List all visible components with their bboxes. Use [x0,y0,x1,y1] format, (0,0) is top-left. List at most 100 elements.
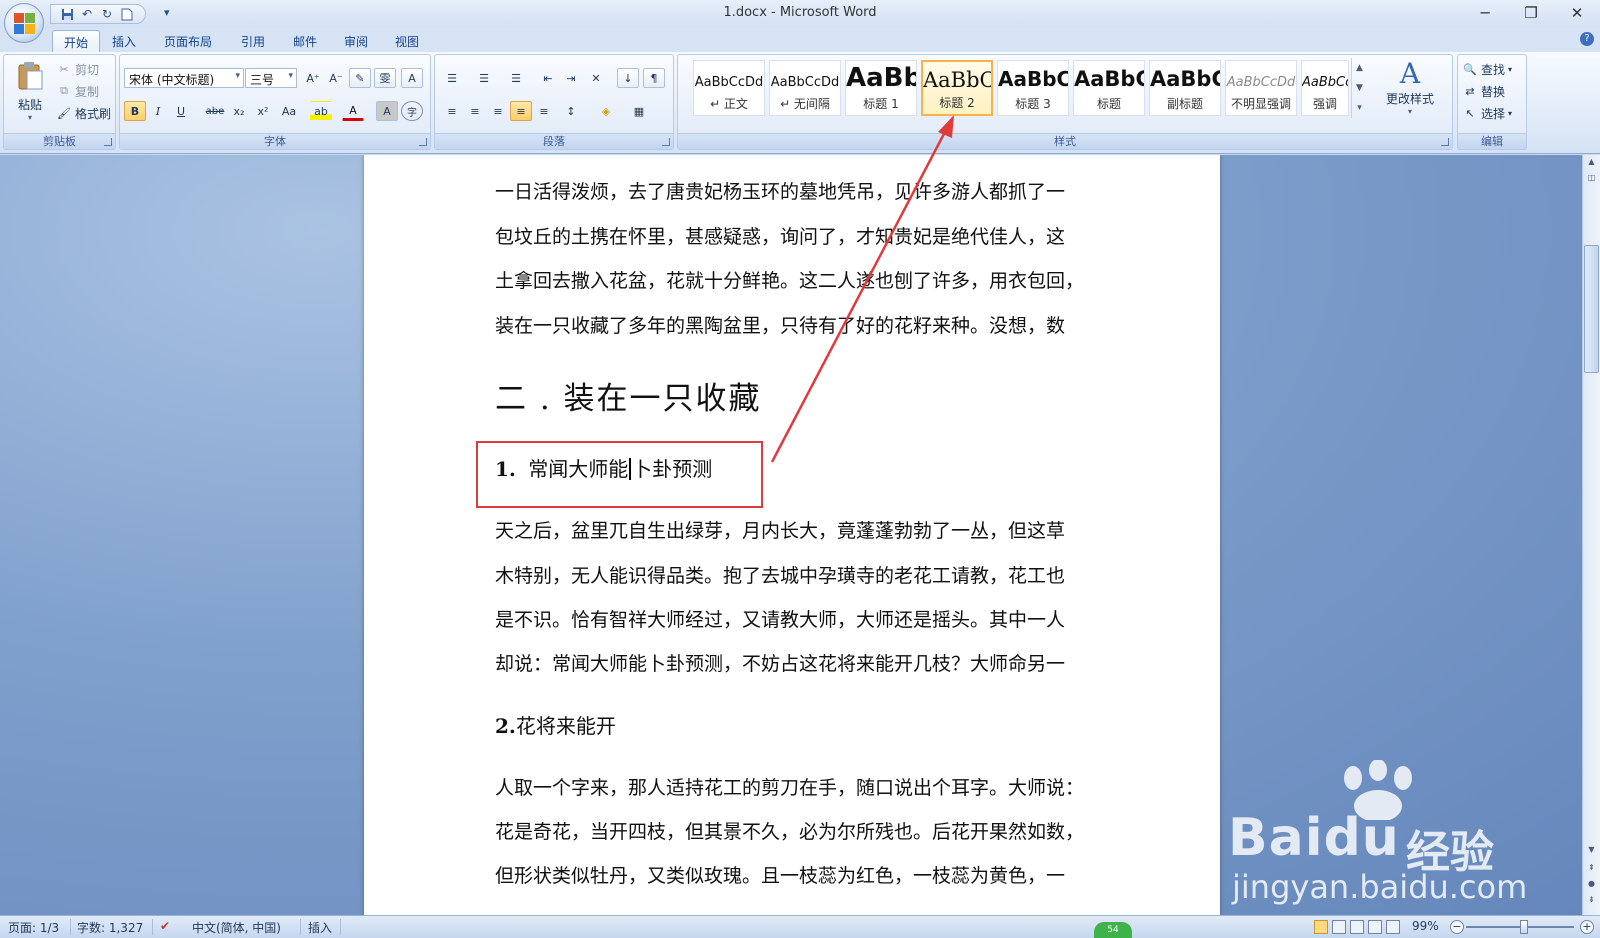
next-page-icon[interactable]: ⇟ [1584,895,1599,909]
phonetic-guide-button[interactable]: 雯 [374,68,396,88]
highlight-button[interactable]: ab [310,101,332,121]
enclose-char-button[interactable]: 字 [401,101,423,121]
style-no-spacing[interactable]: AaBbCcDd ↵ 无间隔 [769,60,841,116]
decrease-indent-button[interactable]: ⇤ [537,68,559,88]
format-painter-button[interactable]: 🖌 格式刷 [56,103,111,123]
multilevel-list-button[interactable]: ☰ [505,68,527,88]
subscript-button[interactable]: x₂ [228,101,250,121]
outline-view-icon[interactable] [1368,920,1382,934]
redo-icon[interactable]: ↻ [99,6,115,22]
tab-mailings[interactable]: 邮件 [282,30,328,52]
print-layout-view-icon[interactable] [1314,920,1328,934]
font-name-combo[interactable]: 宋体 (中文标题) [124,68,244,88]
insert-mode-status[interactable]: 插入 [308,919,332,936]
find-dropdown-icon: ▾ [1508,64,1513,74]
browse-object-icon[interactable]: ● [1584,879,1599,893]
find-button[interactable]: 🔍 查找 ▾ [1462,59,1512,79]
bold-button[interactable]: B [124,101,146,121]
font-color-button[interactable]: A [342,101,364,121]
style-subtitle[interactable]: AaBbC 副标题 [1149,60,1221,116]
undo-icon[interactable]: ↶ [79,6,95,22]
replace-button[interactable]: ⇄ 替换 [1462,81,1505,101]
vertical-scrollbar[interactable]: ▲ ◫ ▼ ⇞ ● ⇟ [1582,155,1600,915]
shrink-font-button[interactable]: A⁻ [325,68,347,88]
line-spacing-button[interactable]: ↕ [560,101,582,121]
superscript-button[interactable]: x² [252,101,274,121]
help-icon[interactable]: ? [1580,32,1594,46]
italic-button[interactable]: I [147,101,169,121]
save-icon[interactable] [59,6,75,22]
borders-button[interactable]: ▦ [628,101,650,121]
chinese-layout-button[interactable]: ✕ [585,68,607,88]
gallery-up-icon[interactable]: ▲ [1352,58,1367,78]
bullets-button[interactable]: ☰ [441,68,463,88]
zoom-level[interactable]: 99% [1412,919,1439,933]
tab-home[interactable]: 开始 [52,30,101,52]
char-border-button[interactable]: A [401,68,423,88]
customize-qat-icon[interactable]: ▾ [164,6,170,19]
change-case-button[interactable]: Aa [278,101,300,121]
word-count-status[interactable]: 字数: 1,327 [77,919,143,936]
styles-launcher-icon[interactable] [1441,138,1449,146]
tab-view[interactable]: 视图 [384,30,430,52]
select-button[interactable]: ↖ 选择 ▾ [1462,103,1512,123]
document-page[interactable]: 一日活得泼烦，去了唐贵妃杨玉环的墓地凭吊，见许多游人都抓了一 包坟丘的土携在怀里… [364,155,1220,915]
prev-page-icon[interactable]: ⇞ [1584,863,1599,877]
font-launcher-icon[interactable] [419,138,427,146]
char-shading-button[interactable]: A [376,101,398,121]
style-subtle-emphasis[interactable]: AaBbCcDd 不明显强调 [1225,60,1297,116]
restore-button[interactable]: ❐ [1508,0,1554,26]
show-marks-button[interactable]: ¶ [643,68,665,88]
font-size-combo[interactable]: 三号 [245,68,297,88]
close-button[interactable]: ✕ [1554,0,1600,26]
zoom-in-icon[interactable]: + [1580,920,1594,934]
shading-button[interactable]: ◈ [595,101,617,121]
scroll-down-icon[interactable]: ▼ [1584,845,1599,859]
style-normal[interactable]: AaBbCcDd ↵ 正文 [693,60,765,116]
minimize-button[interactable]: ─ [1462,0,1508,26]
clear-format-button[interactable]: ✎ [349,68,371,88]
style-heading-3[interactable]: AaBbC 标题 3 [997,60,1069,116]
tab-review[interactable]: 审阅 [333,30,379,52]
align-center-button[interactable]: ≡ [464,101,486,121]
new-doc-icon[interactable] [119,6,135,22]
web-layout-icon[interactable] [1350,920,1364,934]
gallery-down-icon[interactable]: ▼ [1352,78,1367,98]
style-title[interactable]: AaBbC 标题 [1073,60,1145,116]
paste-button[interactable]: 粘贴 ▾ [12,61,48,122]
copy-button[interactable]: ⧉ 复制 [56,81,99,101]
zoom-slider-thumb[interactable] [1520,920,1528,934]
strikethrough-button[interactable]: abe [204,101,226,121]
scroll-thumb[interactable] [1584,245,1599,373]
proofing-icon[interactable]: ✔ [160,919,170,933]
clipboard-launcher-icon[interactable] [104,138,112,146]
underline-button[interactable]: U [170,101,192,121]
style-emphasis[interactable]: AaBbCcDd 强调 [1301,60,1349,116]
language-status[interactable]: 中文(简体, 中国) [192,919,281,936]
scroll-up-icon[interactable]: ▲ [1584,157,1599,171]
page-count-status[interactable]: 页面: 1/3 [8,919,59,936]
increase-indent-button[interactable]: ⇥ [560,68,582,88]
cut-button[interactable]: ✂ 剪切 [56,59,99,79]
full-screen-reading-icon[interactable] [1332,920,1346,934]
justify-button[interactable]: ≡ [510,101,532,121]
tab-insert[interactable]: 插入 [101,30,147,52]
sort-button[interactable]: ↓ [617,68,639,88]
distribute-button[interactable]: ≡ [533,101,555,121]
ruler-toggle-icon[interactable]: ◫ [1584,173,1599,187]
change-styles-button[interactable]: A 更改样式 ▾ [1372,58,1448,117]
style-heading-2[interactable]: AaBbC 标题 2 [921,60,993,116]
align-right-button[interactable]: ≡ [487,101,509,121]
align-left-button[interactable]: ≡ [441,101,463,121]
tab-page-layout[interactable]: 页面布局 [153,30,223,52]
draft-view-icon[interactable] [1386,920,1400,934]
numbering-button[interactable]: ☰ [473,68,495,88]
style-heading-1[interactable]: AaBb 标题 1 [845,60,917,116]
gallery-more-icon[interactable]: ▾ [1352,98,1367,118]
zoom-out-icon[interactable]: − [1450,920,1464,934]
paragraph-launcher-icon[interactable] [662,138,670,146]
cursor-icon: ↖ [1465,106,1475,120]
tab-references[interactable]: 引用 [230,30,276,52]
office-button[interactable] [4,3,44,43]
grow-font-button[interactable]: A⁺ [302,68,324,88]
